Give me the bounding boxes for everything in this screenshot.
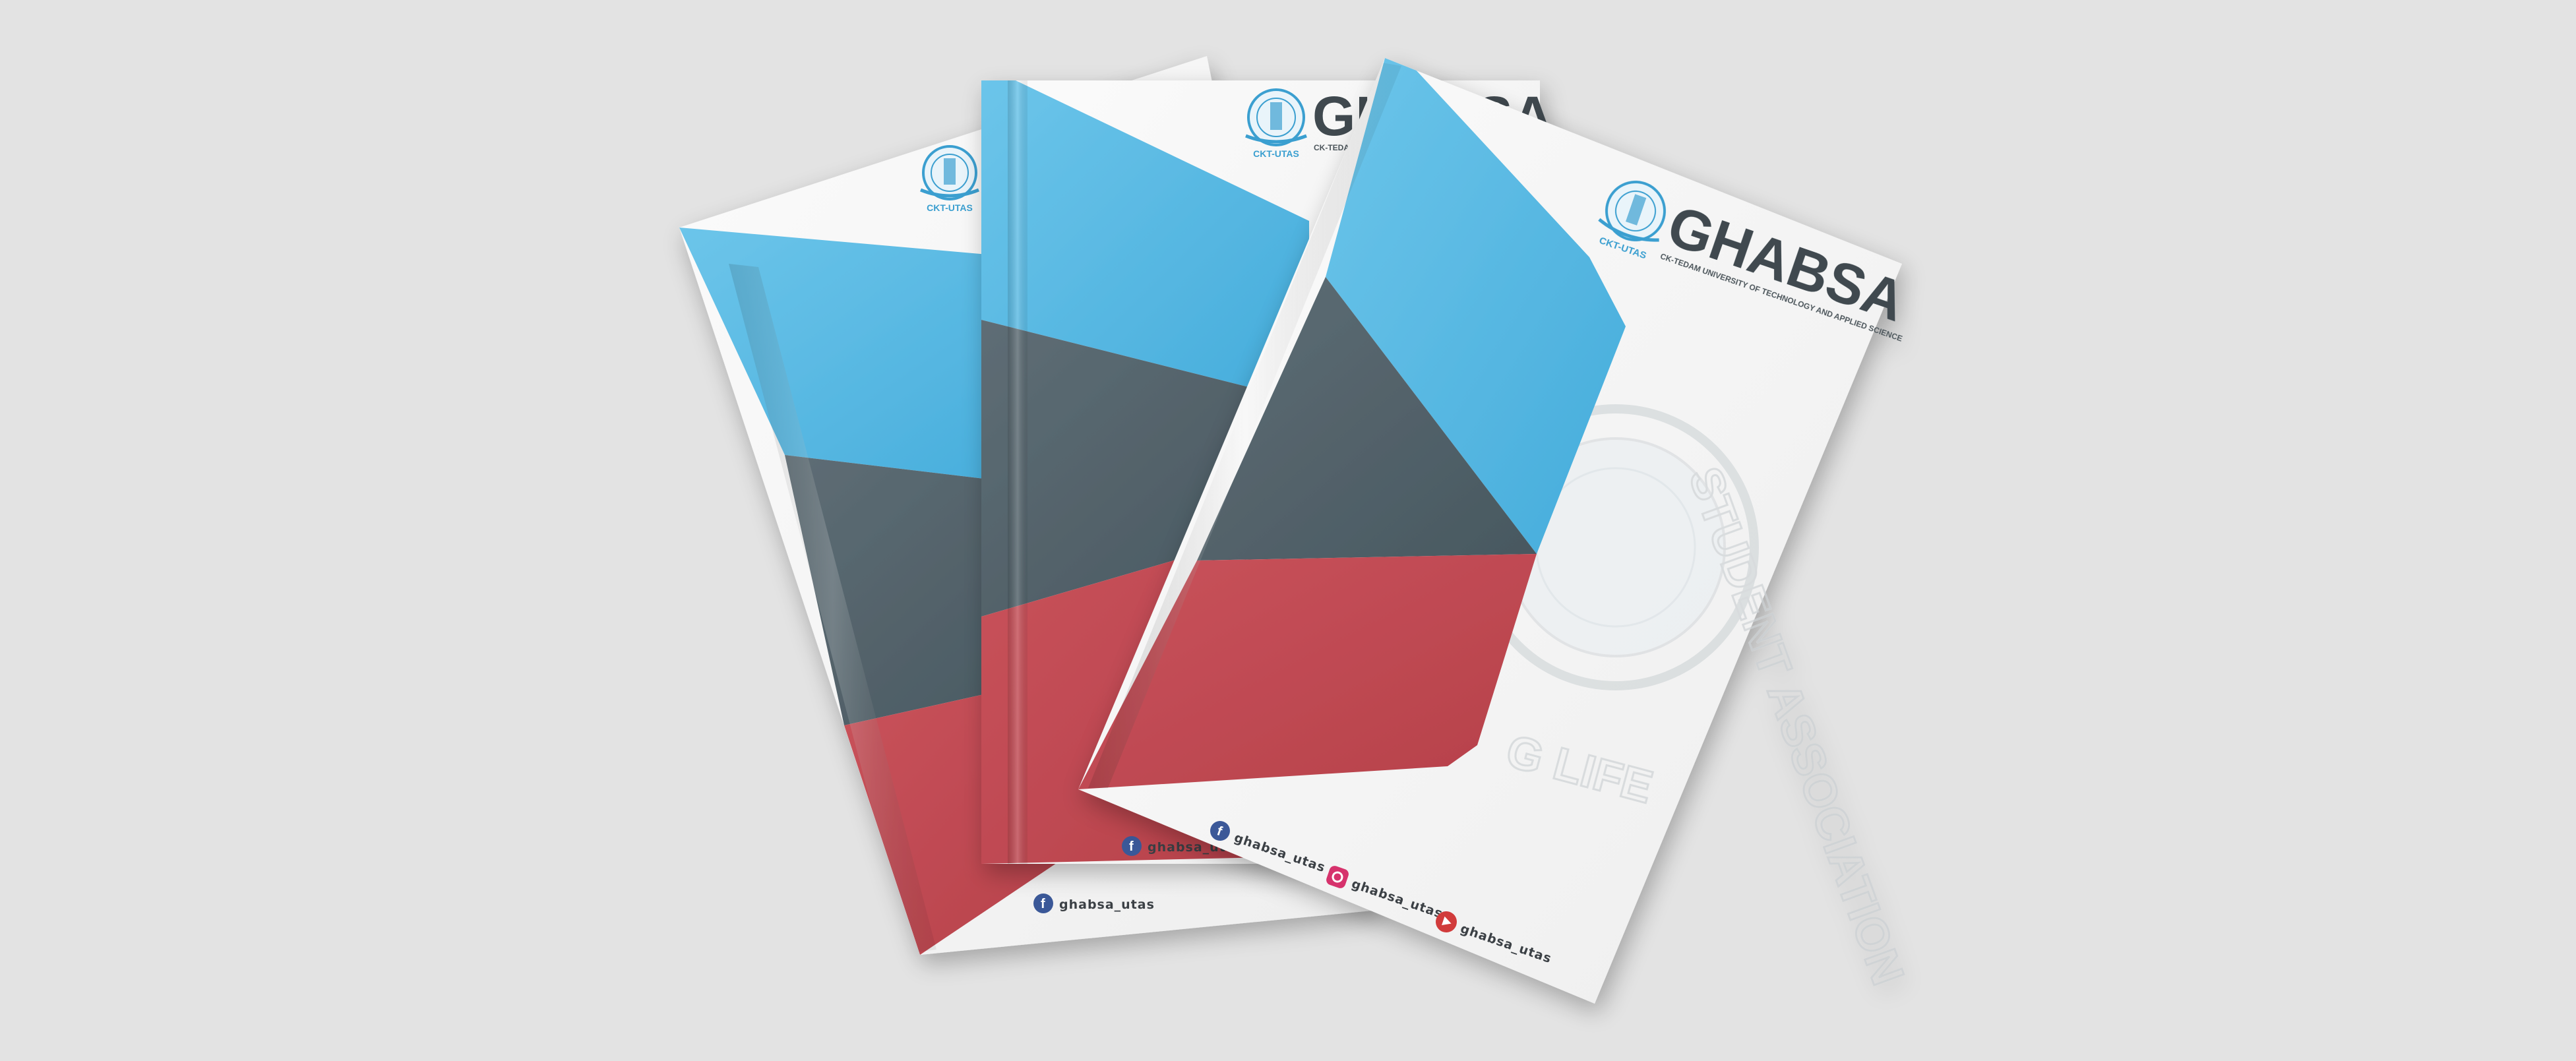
folder-right-watermark-ring-text: STUDENT ASSOCIATION xyxy=(1679,460,1915,991)
folder-middle-brand-tagline: CK-TEDA xyxy=(1314,143,1349,152)
folder-middle-seal-logo: CKT-UTAS xyxy=(1245,88,1307,159)
letterhead-mockup-scene: CKT-UTAS f ghabsa_utas CKT-UTAS GHABSA C… xyxy=(0,0,2576,1061)
svg-text:f: f xyxy=(1041,897,1045,911)
folder-left-seal-logo: CKT-UTAS xyxy=(920,145,979,213)
folder-middle-spine xyxy=(1008,80,1027,864)
folder-middle-seal-label: CKT-UTAS xyxy=(1253,148,1299,159)
folder-left-seal-label: CKT-UTAS xyxy=(927,202,973,213)
folder-left-facebook-handle: ghabsa_utas xyxy=(1059,897,1155,912)
mockup-canvas: CKT-UTAS f ghabsa_utas CKT-UTAS GHABSA C… xyxy=(679,56,1915,1004)
svg-text:f: f xyxy=(1129,839,1134,854)
